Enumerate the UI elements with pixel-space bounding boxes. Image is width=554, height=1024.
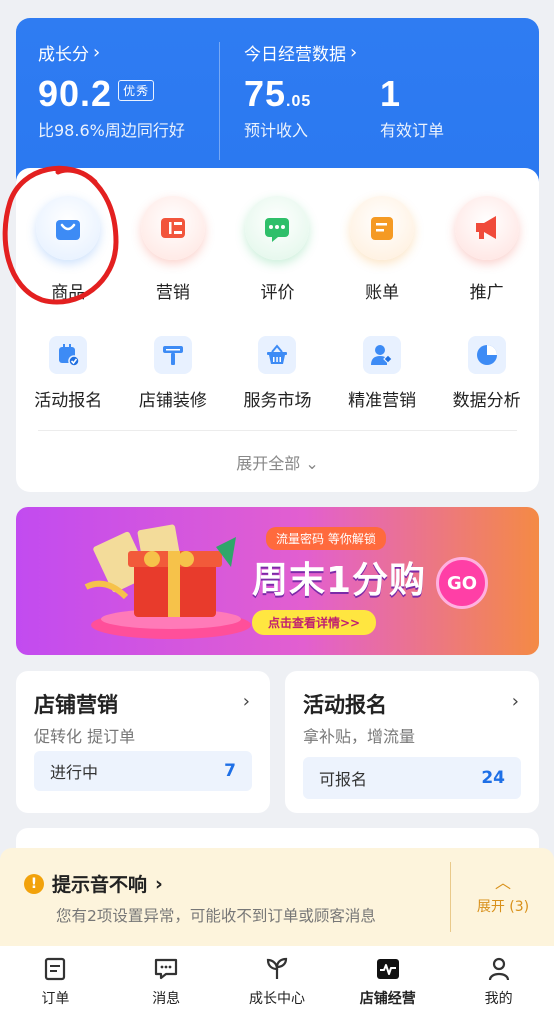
income-label: 预计收入: [244, 121, 309, 140]
card-title: 店铺营销: [34, 693, 118, 717]
chevron-down-icon: ⌄: [305, 454, 319, 473]
nav-profile[interactable]: 我的: [443, 946, 554, 1024]
quick-item-label: 营销: [155, 283, 190, 303]
order-icon: [45, 957, 66, 981]
basket-icon: [258, 336, 297, 374]
tool-label: 活动报名: [34, 391, 103, 411]
notice-bar[interactable]: ! 提示音不响 › 您有2项设置异常，可能收不到订单或顾客消息 ︿ 展开 (3): [0, 848, 554, 946]
expand-all-button[interactable]: 展开全部 ⌄: [16, 450, 539, 474]
nav-label: 成长中心: [248, 991, 305, 1007]
nav-label: 店铺经营: [359, 991, 416, 1007]
user-icon: [488, 957, 509, 981]
promo-banner[interactable]: 流量密码 等你解锁 周末1分购 GO 点击查看详情>>: [16, 507, 539, 655]
notice-title: 提示音不响: [52, 874, 148, 896]
quick-item-marketing[interactable]: 营销: [121, 196, 226, 303]
quick-item-promotion[interactable]: 推广: [434, 196, 539, 303]
notice-expand-label: 展开 (3): [476, 899, 530, 915]
status-count: 7: [224, 761, 236, 781]
nav-label: 我的: [484, 991, 513, 1007]
quick-item-reviews[interactable]: 评价: [225, 196, 330, 303]
card-title: 活动报名: [303, 693, 387, 717]
in-progress-row[interactable]: 进行中 7: [34, 751, 252, 791]
notice-divider: [450, 862, 451, 932]
warning-icon: !: [24, 873, 44, 894]
today-data-section[interactable]: 今日经营数据 › 75.05 预计收入 1 有效订单: [244, 40, 444, 141]
income-decimal: .05: [286, 93, 312, 110]
megaphone-icon: [454, 196, 519, 260]
tool-item-precision-marketing[interactable]: 精准营销: [330, 336, 435, 411]
tool-item-service-market[interactable]: 服务市场: [225, 336, 330, 411]
status-label: 进行中: [50, 763, 99, 782]
growth-badge: 优秀: [118, 79, 155, 101]
chevron-right-icon: ›: [511, 691, 519, 712]
tool-label: 数据分析: [452, 391, 521, 411]
message-icon: [155, 958, 178, 980]
status-count: 24: [481, 768, 505, 788]
banner-title: 周末1分购: [252, 560, 427, 601]
growth-score-section[interactable]: 成长分 › 90.2 优秀 比98.6%周边同行好: [38, 40, 185, 141]
quick-item-label: 账单: [365, 283, 400, 303]
nav-orders[interactable]: 订单: [0, 946, 111, 1024]
chevron-up-icon: ︿: [494, 873, 511, 892]
expand-all-label: 展开全部: [236, 454, 301, 473]
nav-label: 消息: [152, 991, 181, 1007]
card-subtitle: 拿补贴，增流量: [303, 727, 416, 746]
activity-signup-card[interactable]: 活动报名 › 拿补贴，增流量 可报名 24: [285, 671, 539, 813]
orders-label: 有效订单: [380, 121, 445, 140]
nav-growth-center[interactable]: 成长中心: [222, 946, 333, 1024]
quick-item-label: 商品: [51, 283, 86, 303]
income-value: 75: [244, 73, 287, 114]
banner-cta[interactable]: 点击查看详情>>: [252, 610, 377, 635]
tool-label: 店铺装修: [138, 391, 207, 411]
tools-row: 活动报名 店铺装修 服务市场 精准营销 数据分析: [16, 336, 539, 411]
paint-roller-icon: [153, 336, 192, 374]
tool-item-data-analysis[interactable]: 数据分析: [434, 336, 539, 411]
wallet-icon: [350, 196, 415, 260]
quick-item-label: 推广: [469, 283, 504, 303]
chevron-right-icon: ›: [93, 42, 101, 63]
pulse-icon: [376, 959, 399, 979]
quick-item-label: 评价: [260, 283, 295, 303]
status-label: 可报名: [319, 770, 368, 789]
nav-label: 订单: [41, 991, 70, 1007]
target-user-icon: [363, 336, 402, 374]
nav-store-operations[interactable]: 店铺经营: [332, 946, 443, 1024]
growth-score: 90.2: [38, 73, 113, 114]
functions-card: 商品 营销 评价 账单 推广 活动报名 店铺装修 服务市场 精准营销 数据分析 …: [16, 168, 539, 492]
calendar-check-icon: [49, 336, 88, 374]
pie-chart-icon: [467, 336, 506, 374]
chevron-right-icon: ›: [155, 872, 163, 895]
chevron-right-icon: ›: [350, 42, 358, 63]
tool-item-store-decoration[interactable]: 店铺装修: [121, 336, 226, 411]
growth-compare: 比98.6%周边同行好: [38, 121, 185, 140]
nav-messages[interactable]: 消息: [111, 946, 222, 1024]
card-subtitle: 促转化 提订单: [34, 727, 136, 746]
orders-value: 1: [380, 73, 402, 114]
growth-title: 成长分: [38, 45, 89, 65]
store-marketing-card[interactable]: 店铺营销 › 促转化 提订单 进行中 7: [16, 671, 270, 813]
tool-item-activity-signup[interactable]: 活动报名: [16, 336, 121, 411]
notice-expand-button[interactable]: ︿ 展开 (3): [458, 873, 548, 916]
tool-label: 服务市场: [243, 391, 312, 411]
available-row[interactable]: 可报名 24: [303, 757, 521, 799]
divider: [38, 430, 517, 431]
banner-tag: 流量密码 等你解锁: [266, 527, 386, 550]
chevron-right-icon: ›: [242, 691, 250, 712]
today-title: 今日经营数据: [244, 45, 346, 65]
banner-go-button[interactable]: GO: [436, 557, 488, 609]
quick-icons-row: 商品 营销 评价 账单 推广: [16, 196, 539, 303]
chat-bubble-icon: [245, 196, 310, 260]
bottom-nav: 订单 消息 成长中心 店铺经营 我的: [0, 946, 554, 1024]
ticket-icon: [140, 196, 205, 260]
notice-description: 您有2项设置异常，可能收不到订单或顾客消息: [56, 907, 376, 925]
header-divider: [219, 42, 220, 160]
shopping-bag-icon: [36, 196, 101, 260]
tool-label: 精准营销: [348, 391, 417, 411]
sprout-icon: [266, 957, 288, 979]
gift-box-illustration: [84, 524, 251, 639]
quick-item-products[interactable]: 商品: [16, 196, 121, 303]
quick-item-bills[interactable]: 账单: [330, 196, 435, 303]
